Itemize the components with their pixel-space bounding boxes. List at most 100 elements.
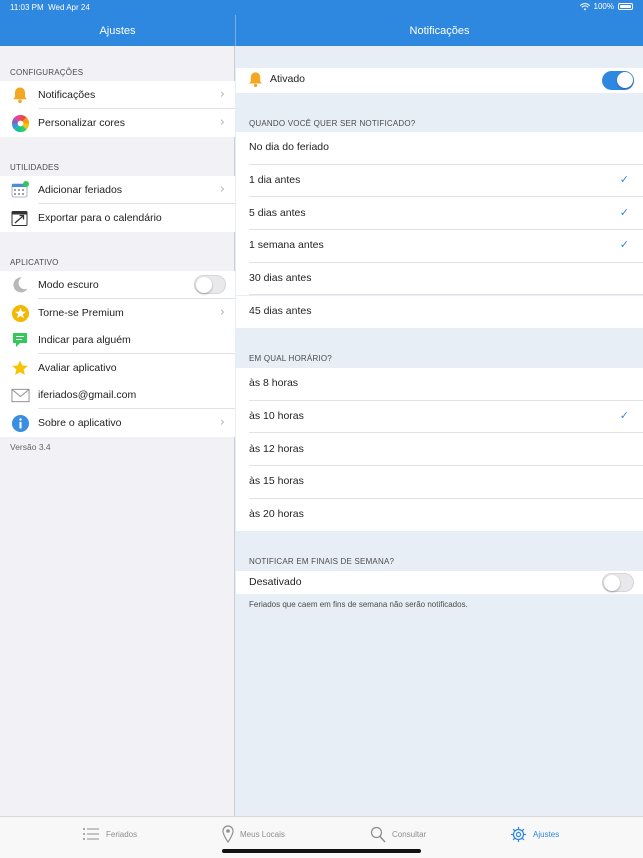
weekend-note: Feriados que caem em fins de semana não … [249,600,468,609]
chevron-right-icon: › [219,415,225,431]
notifications-toggle[interactable] [602,71,634,90]
sidebar-item-label: Avaliar aplicativo [38,361,117,374]
option-label: 45 dias antes [249,304,312,317]
settings-sidebar: CONFIGURAÇÕES Notificações › Personaliza… [0,46,235,816]
notifications-enabled-row: Ativado [236,68,643,93]
section-header-when: QUANDO VOCÊ QUER SER NOTIFICADO? [249,119,416,128]
section-header-time: EM QUAL HORÁRIO? [249,354,332,363]
sidebar-item-email[interactable]: iferiados@gmail.com [0,381,235,409]
message-icon [10,330,30,350]
chevron-right-icon: › [219,115,225,131]
option-label: 1 semana antes [249,239,324,252]
sidebar-item-personalizar-cores[interactable]: Personalizar cores › [0,109,235,137]
weekend-toggle[interactable] [602,573,634,592]
calendar-add-icon [10,180,30,200]
checkmark-icon: ✓ [619,409,629,423]
gear-icon [510,826,527,842]
tab-label: Feriados [106,829,138,839]
time-option[interactable]: às 8 horas [236,368,643,401]
option-label: às 12 horas [249,442,304,455]
page-title: Notificações [409,25,470,37]
tab-label: Ajustes [533,829,560,839]
sidebar-item-notificacoes[interactable]: Notificações › [0,81,235,109]
status-time: 11:03 PM Wed Apr 24 [10,3,90,12]
sidebar-item-label: Personalizar cores [38,116,125,129]
weekend-label: Desativado [249,576,302,588]
premium-star-icon [10,303,30,323]
bell-icon [247,71,264,93]
battery-icon [618,3,633,10]
enabled-label: Ativado [270,73,306,85]
option-label: 5 dias antes [249,206,306,219]
sidebar-item-label: Sobre o aplicativo [38,416,122,429]
sidebar-item-label: Modo escuro [38,278,99,291]
when-option[interactable]: 1 dia antes ✓ [236,164,643,198]
chevron-right-icon: › [219,305,225,321]
tab-consultar[interactable]: Consultar [370,823,426,845]
battery-percent: 100% [593,2,614,11]
home-indicator [222,849,421,853]
option-label: No dia do feriado [249,141,329,154]
option-label: 30 dias antes [249,272,312,285]
time-option[interactable]: às 10 horas ✓ [236,400,643,434]
option-label: às 20 horas [249,508,304,521]
option-label: às 15 horas [249,475,304,488]
toggle-knob [617,72,633,88]
checkmark-icon: ✓ [619,205,629,219]
section-header-configuracoes: CONFIGURAÇÕES [10,68,84,77]
star-icon [10,358,30,378]
status-indicators: 100% [579,2,633,11]
time-option[interactable]: às 12 horas [236,433,643,467]
when-option[interactable]: 5 dias antes ✓ [236,197,643,231]
bell-icon [10,85,30,105]
sidebar-item-label: iferiados@gmail.com [38,388,137,401]
color-wheel-icon [10,113,30,133]
sidebar-item-adicionar-feriados[interactable]: Adicionar feriados › [0,176,235,204]
status-bar: 11:03 PM Wed Apr 24 100% [0,0,643,15]
chevron-right-icon: › [219,182,225,198]
sidebar-item-modo-escuro: Modo escuro [0,271,235,299]
sidebar-item-label: Notificações [38,88,96,101]
app-version: Versão 3.4 [10,442,51,452]
location-pin-icon [222,825,234,843]
when-option[interactable]: 45 dias antes [236,295,643,329]
sidebar-item-avaliar[interactable]: Avaliar aplicativo [0,354,235,382]
info-icon [10,413,30,433]
section-header-utilidades: UTILIDADES [10,163,60,172]
sidebar-title: Ajustes [99,25,136,37]
time-option[interactable]: às 15 horas [236,466,643,499]
calendar-export-icon [10,208,30,228]
sidebar-item-label: Torne-se Premium [38,306,124,319]
chevron-right-icon: › [219,87,225,103]
option-label: 1 dia antes [249,174,301,187]
weekend-row: Desativado [236,571,643,594]
sidebar-item-exportar-calendario[interactable]: Exportar para o calendário [0,204,235,232]
notifications-detail: Ativado QUANDO VOCÊ QUER SER NOTIFICADO?… [236,46,643,816]
when-option[interactable]: 1 semana antes ✓ [236,230,643,263]
search-icon [370,826,386,843]
sidebar-item-label: Exportar para o calendário [38,211,162,224]
option-label: às 10 horas [249,410,304,423]
moon-icon [10,275,30,295]
toggle-knob [604,574,620,591]
time-option[interactable]: às 20 horas [236,498,643,532]
when-option[interactable]: No dia do feriado [236,132,643,165]
sidebar-item-premium[interactable]: Torne-se Premium › [0,299,235,327]
list-icon [83,828,99,840]
toggle-knob [196,276,212,293]
sidebar-item-sobre[interactable]: Sobre o aplicativo › [0,409,235,437]
tab-label: Consultar [392,829,427,839]
sidebar-item-indicar[interactable]: Indicar para alguém [0,326,235,354]
sidebar-item-label: Adicionar feriados [38,183,123,196]
tab-meus-locais[interactable]: Meus Locais [222,823,285,845]
navigation-header: 11:03 PM Wed Apr 24 100% Ajustes Notific… [0,0,643,46]
checkmark-icon: ✓ [619,238,629,252]
sidebar-item-label: Indicar para alguém [38,333,131,346]
wifi-icon [579,2,590,10]
when-option[interactable]: 30 dias antes [236,262,643,296]
mail-icon [10,385,30,405]
dark-mode-toggle[interactable] [194,275,226,294]
tab-label: Meus Locais [240,829,285,839]
tab-ajustes[interactable]: Ajustes [510,823,559,845]
tab-feriados[interactable]: Feriados [82,823,137,845]
